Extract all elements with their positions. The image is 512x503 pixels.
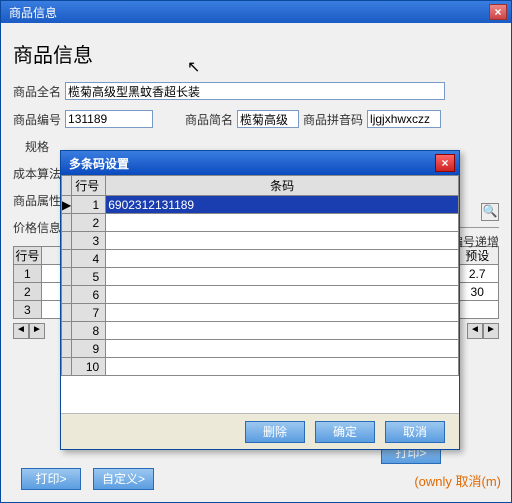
- page-title: 商品信息: [13, 39, 499, 68]
- cell[interactable]: 2.7: [456, 265, 499, 283]
- th-arrow: [62, 176, 72, 196]
- cell-barcode[interactable]: [106, 358, 459, 376]
- delete-button[interactable]: 删除: [245, 421, 305, 443]
- grid-row[interactable]: 8: [62, 322, 459, 340]
- cell-barcode[interactable]: [106, 232, 459, 250]
- main-titlebar: 商品信息 ×: [1, 1, 511, 23]
- cell-barcode[interactable]: [106, 250, 459, 268]
- th-barcode: 条码: [106, 176, 459, 196]
- input-pinyin[interactable]: [367, 110, 441, 128]
- cell-rowno: 2: [14, 283, 42, 301]
- dialog-titlebar: 多条码设置 ×: [61, 151, 459, 175]
- grid-row[interactable]: 10: [62, 358, 459, 376]
- cell[interactable]: [456, 301, 499, 319]
- grid-row[interactable]: 2: [62, 214, 459, 232]
- label-spec: 规格: [25, 138, 49, 155]
- cell-rowno: 6: [72, 286, 106, 304]
- cell-rowno: 9: [72, 340, 106, 358]
- custom-button[interactable]: 自定义>: [93, 468, 154, 490]
- th-rowno: 行号: [72, 176, 106, 196]
- multibarcode-dialog: 多条码设置 × 行号 条码 ▶ 1 6902312131189 2 3 4 5 …: [60, 150, 460, 450]
- scroll-left2-icon[interactable]: ◄: [467, 323, 483, 339]
- label-code: 商品编号: [13, 111, 61, 128]
- print-button[interactable]: 打印>: [21, 468, 81, 490]
- cell-rowno: 2: [72, 214, 106, 232]
- cell-rowno: 1: [72, 196, 106, 214]
- grid-row[interactable]: 5: [62, 268, 459, 286]
- label-shortname: 商品简名: [185, 111, 233, 128]
- cell-barcode[interactable]: [106, 214, 459, 232]
- cancel-button[interactable]: 取消: [385, 421, 445, 443]
- close-icon[interactable]: ×: [489, 4, 507, 20]
- cell-barcode[interactable]: [106, 304, 459, 322]
- cell[interactable]: 30: [456, 283, 499, 301]
- input-fullname[interactable]: [65, 82, 445, 100]
- cell-rowno: 8: [72, 322, 106, 340]
- dialog-footer: 删除 确定 取消: [61, 413, 459, 449]
- grid-row[interactable]: ▶ 1 6902312131189: [62, 196, 459, 214]
- label-attr: 商品属性: [13, 192, 61, 209]
- cell-barcode[interactable]: 6902312131189: [106, 196, 459, 214]
- input-code[interactable]: [65, 110, 153, 128]
- cell-rowno: 3: [72, 232, 106, 250]
- th-rowno: 行号: [14, 247, 42, 265]
- label-price: 价格信息: [13, 219, 61, 236]
- row-fullname: 商品全名: [13, 82, 499, 100]
- grid-row[interactable]: 7: [62, 304, 459, 322]
- search-icon[interactable]: 🔍: [481, 203, 499, 221]
- cell-rowno: 1: [14, 265, 42, 283]
- scroll-right2-icon[interactable]: ►: [483, 323, 499, 339]
- input-shortname[interactable]: [237, 110, 299, 128]
- orange-hint: (ownly 取消(m): [414, 471, 501, 490]
- dialog-title: 多条码设置: [65, 155, 435, 172]
- grid-row[interactable]: 9: [62, 340, 459, 358]
- scroll-right-icon[interactable]: ►: [29, 323, 45, 339]
- grid-row[interactable]: 3: [62, 232, 459, 250]
- grid-row[interactable]: 4: [62, 250, 459, 268]
- ok-button[interactable]: 确定: [315, 421, 375, 443]
- footer-buttons: 打印> 自定义>: [21, 468, 154, 490]
- cell-rowno: 4: [72, 250, 106, 268]
- label-pinyin: 商品拼音码: [303, 111, 363, 128]
- cell-rowno: 10: [72, 358, 106, 376]
- scroll-left-icon[interactable]: ◄: [13, 323, 29, 339]
- cell-rowno: 7: [72, 304, 106, 322]
- dialog-body: 行号 条码 ▶ 1 6902312131189 2 3 4 5 6 7 8 9 …: [61, 175, 459, 413]
- window-title: 商品信息: [5, 4, 489, 21]
- label-fullname: 商品全名: [13, 83, 61, 100]
- barcode-grid: 行号 条码 ▶ 1 6902312131189 2 3 4 5 6 7 8 9 …: [61, 175, 459, 376]
- label-cost: 成本算法: [13, 165, 61, 182]
- cell-rowno: 5: [72, 268, 106, 286]
- cell-barcode[interactable]: [106, 322, 459, 340]
- row-arrow-icon: ▶: [62, 196, 72, 214]
- cell-rowno: 3: [14, 301, 42, 319]
- dialog-close-icon[interactable]: ×: [435, 154, 455, 172]
- row-code-line: 商品编号 商品简名 商品拼音码: [13, 110, 499, 128]
- cell-barcode[interactable]: [106, 286, 459, 304]
- cell-barcode[interactable]: [106, 268, 459, 286]
- cell-barcode[interactable]: [106, 340, 459, 358]
- grid-row[interactable]: 6: [62, 286, 459, 304]
